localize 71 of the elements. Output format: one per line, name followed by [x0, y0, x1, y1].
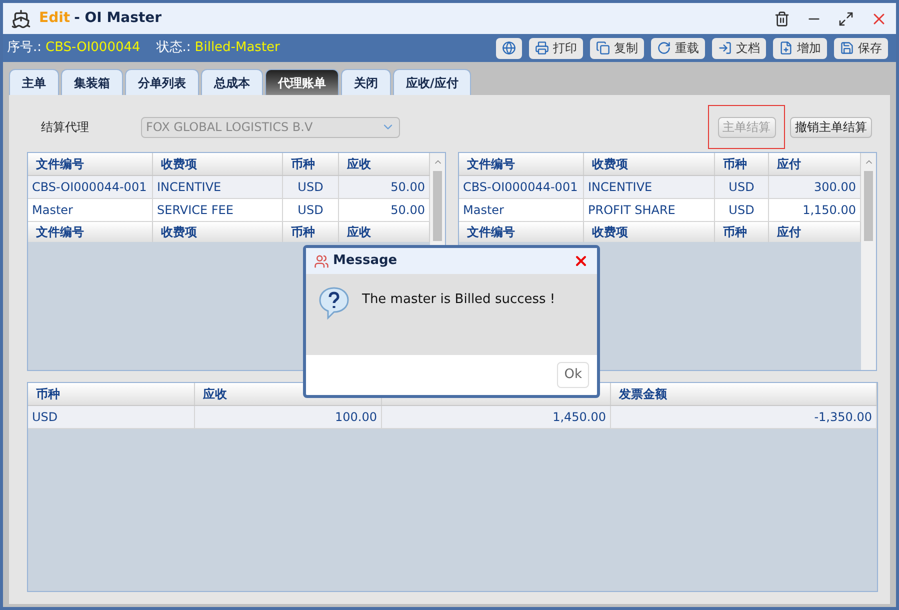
- scrollbar[interactable]: [861, 153, 876, 370]
- table-cell: PROFIT SHARE: [584, 199, 715, 221]
- tab[interactable]: 集装箱: [61, 69, 123, 95]
- field-value: Billed-Master: [194, 39, 280, 58]
- table-cell: CBS-OI000044-001: [28, 176, 153, 198]
- table-cell: INCENTIVE: [153, 176, 283, 198]
- table-cell: CBS-OI000044-001: [459, 176, 584, 198]
- table-cell: 100.00: [195, 406, 382, 428]
- table-cell: USD: [715, 176, 769, 198]
- save-icon: [840, 41, 854, 55]
- table-cell: Master: [28, 199, 153, 221]
- add-icon: [779, 41, 793, 55]
- column-header[interactable]: 文件编号: [459, 153, 584, 175]
- dialog-title: Message: [333, 252, 398, 270]
- field-label: 状态.:: [156, 39, 191, 58]
- column-header[interactable]: 币种: [28, 383, 195, 405]
- window-mode: Edit: [39, 9, 70, 28]
- field-label: 序号.:: [7, 39, 42, 58]
- reload-icon: [657, 41, 671, 55]
- maximize-icon[interactable]: [838, 10, 854, 26]
- toolbar-button[interactable]: 保存: [834, 38, 888, 58]
- import-icon: [718, 41, 732, 55]
- column-header[interactable]: 币种: [283, 153, 339, 175]
- printer-icon: [535, 41, 549, 55]
- table-cell: USD: [715, 199, 769, 221]
- ship-icon: [11, 8, 31, 28]
- tab[interactable]: 主单: [9, 69, 59, 95]
- window-title: - OI Master: [74, 9, 162, 28]
- table-cell: 1,450.00: [382, 406, 611, 428]
- toolbar-button[interactable]: 重载: [651, 38, 705, 58]
- table-cell: USD: [283, 176, 339, 198]
- tab[interactable]: 分单列表: [125, 69, 199, 95]
- agent-label: 结算代理: [41, 119, 90, 136]
- column-header[interactable]: 发票金额: [611, 383, 877, 405]
- column-header[interactable]: 币种: [715, 153, 769, 175]
- dialog-message: The master is Billed success !: [362, 291, 556, 309]
- column-header[interactable]: 文件编号: [28, 222, 153, 242]
- column-header[interactable]: 币种: [283, 222, 339, 242]
- tab[interactable]: 应收/应付: [393, 69, 472, 95]
- copy-icon: [596, 41, 610, 55]
- table-cell: USD: [28, 406, 195, 428]
- toolbar-button[interactable]: 打印: [529, 38, 583, 58]
- toolbar-button[interactable]: 增加: [773, 38, 827, 58]
- tab[interactable]: 代理账单: [265, 69, 339, 95]
- close-icon[interactable]: [573, 253, 589, 269]
- tab[interactable]: 总成本: [201, 69, 263, 95]
- column-header[interactable]: 收费项: [584, 222, 715, 242]
- column-header[interactable]: 文件编号: [459, 222, 584, 242]
- table-cell: -1,350.00: [611, 406, 877, 428]
- question-icon: [318, 286, 350, 320]
- column-header[interactable]: 收费项: [153, 153, 283, 175]
- field-value: CBS-OI000044: [46, 39, 140, 58]
- toolbar-button[interactable]: 文档: [712, 38, 766, 58]
- action-button[interactable]: 撤销主单结算: [790, 116, 872, 138]
- scrollbar-thumb[interactable]: [433, 171, 442, 241]
- tab[interactable]: 关闭: [341, 69, 391, 95]
- globe-icon: [502, 41, 516, 55]
- ok-button[interactable]: Ok: [557, 362, 589, 388]
- column-header[interactable]: 币种: [715, 222, 769, 242]
- table-cell: INCENTIVE: [584, 176, 715, 198]
- scrollbar-thumb[interactable]: [864, 171, 873, 241]
- table-cell: SERVICE FEE: [153, 199, 283, 221]
- table-cell: Master: [459, 199, 584, 221]
- table-cell: USD: [283, 199, 339, 221]
- toolbar-button[interactable]: 复制: [590, 38, 644, 58]
- column-header[interactable]: 收费项: [584, 153, 715, 175]
- column-header[interactable]: 文件编号: [28, 153, 153, 175]
- delete-icon[interactable]: [774, 10, 790, 26]
- toolbar-button[interactable]: [496, 38, 522, 58]
- column-header[interactable]: 收费项: [153, 222, 283, 242]
- users-icon: [314, 254, 329, 268]
